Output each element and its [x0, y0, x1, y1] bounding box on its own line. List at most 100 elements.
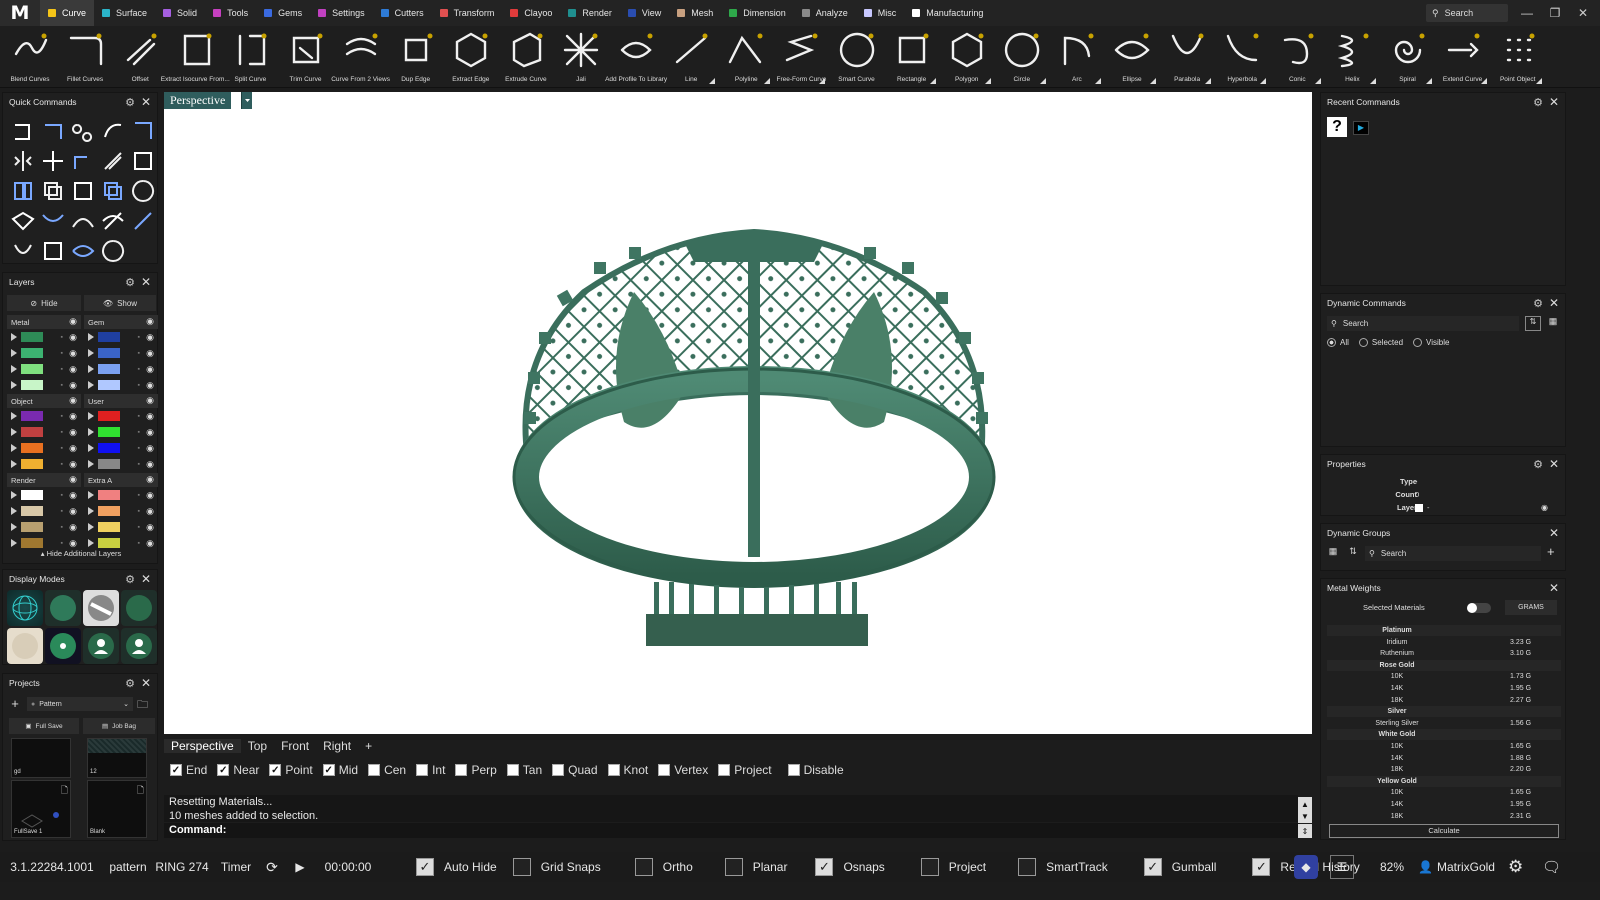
add-group-icon[interactable]: +	[1547, 544, 1555, 559]
map-icon[interactable]	[37, 235, 67, 265]
ghosted-mode[interactable]	[83, 590, 119, 626]
3d-viewport[interactable]	[164, 92, 1312, 734]
save-icon[interactable]: 🗋	[61, 783, 68, 799]
menu-tab-solid[interactable]: Solid	[155, 0, 205, 26]
flyout-corner-icon[interactable]	[1480, 78, 1487, 84]
radio-visible[interactable]: Visible	[1413, 338, 1449, 347]
menu-tab-transform[interactable]: Transform	[432, 0, 503, 26]
layer-row[interactable]: ▪ ◉	[7, 424, 81, 440]
move-icon[interactable]	[37, 145, 67, 175]
eye-icon[interactable]: ◉	[146, 443, 154, 454]
layer-color-swatch[interactable]	[98, 380, 120, 390]
gear-icon[interactable]: ⚙	[125, 573, 135, 586]
expand-icon[interactable]	[11, 365, 17, 373]
technical-mode[interactable]	[45, 628, 81, 664]
eye-icon[interactable]: ◉	[146, 411, 154, 422]
lock-icon[interactable]: ▪	[61, 492, 63, 499]
layer-color-swatch[interactable]	[21, 332, 43, 342]
eye-icon[interactable]: ◉	[146, 395, 154, 406]
bend-icon[interactable]	[67, 205, 97, 235]
checkbox[interactable]: ✓	[1143, 858, 1162, 876]
duplicate-icon[interactable]	[97, 175, 127, 205]
toggle-project[interactable]: Project	[920, 858, 986, 876]
layer-color-swatch[interactable]	[21, 411, 43, 421]
eye-icon[interactable]: ◉	[1541, 503, 1548, 512]
ring-icon[interactable]	[127, 175, 157, 205]
undo-icon[interactable]	[7, 115, 37, 145]
eye-icon[interactable]: ◉	[146, 316, 154, 327]
eye-icon[interactable]: ◉	[69, 506, 77, 517]
flyout-corner-icon[interactable]	[1039, 78, 1046, 84]
expand-icon[interactable]	[88, 333, 94, 341]
save-icon[interactable]: 🗋	[137, 783, 144, 799]
eye-icon[interactable]: ◉	[69, 443, 77, 454]
menu-tab-settings[interactable]: Settings	[310, 0, 373, 26]
flyout-corner-icon[interactable]	[1205, 78, 1212, 84]
layer-row[interactable]: ▪ ◉	[7, 377, 81, 393]
layer-group-header[interactable]: Gem ◉	[84, 315, 158, 329]
layer-color-swatch[interactable]	[21, 364, 43, 374]
checkbox[interactable]	[724, 858, 743, 876]
expand-icon[interactable]	[11, 460, 17, 468]
eye-icon[interactable]: ◉	[146, 348, 154, 359]
eye-icon[interactable]: ◉	[69, 364, 77, 375]
checkbox[interactable]	[634, 858, 653, 876]
layer-color-swatch[interactable]	[98, 443, 120, 453]
hide-layers-button[interactable]: ⊘ Hide	[7, 295, 81, 311]
lock-icon[interactable]: ▪	[138, 413, 140, 420]
sphere-icon[interactable]	[97, 235, 127, 265]
expand-icon[interactable]	[88, 444, 94, 452]
checkbox[interactable]	[607, 764, 620, 776]
layer-row[interactable]: ▪ ◉	[84, 361, 158, 377]
hyperbola-button[interactable]: Hyperbola	[1214, 26, 1270, 88]
toggle-smarttrack[interactable]: SmartTrack	[1018, 858, 1108, 876]
extract-edge-button[interactable]: Extract Edge	[443, 26, 499, 88]
layer-row[interactable]: ▪ ◉	[84, 408, 158, 424]
layer-row[interactable]: ▪ ◉	[7, 408, 81, 424]
layer-row[interactable]: ▪ ◉	[84, 377, 158, 393]
menu-tab-tools[interactable]: Tools	[205, 0, 256, 26]
layer-color-swatch[interactable]	[21, 443, 43, 453]
close-icon[interactable]: ✕	[1549, 296, 1559, 310]
lock-icon[interactable]: ▪	[61, 366, 63, 373]
layer-color-swatch[interactable]	[98, 522, 120, 532]
hide-icon[interactable]	[97, 205, 127, 235]
snap-end[interactable]: ✓ End	[170, 763, 207, 777]
close-icon[interactable]: ✕	[1549, 526, 1559, 540]
lock-icon[interactable]: ▪	[61, 508, 63, 515]
add-profile-button[interactable]: Add Profile To Library	[605, 26, 667, 88]
job-bag-button[interactable]: ▤ Job Bag	[83, 718, 155, 734]
expand-icon[interactable]	[11, 523, 17, 531]
dynamic-search-input[interactable]: ⚲ Search	[1327, 316, 1519, 331]
extend-curve-button[interactable]: Extend Curve	[1435, 26, 1491, 88]
eye-icon[interactable]: ◉	[69, 522, 77, 533]
project-thumb[interactable]: 12	[87, 738, 147, 778]
eye-icon[interactable]: ◉	[146, 490, 154, 501]
radio-all[interactable]: All	[1327, 338, 1349, 347]
settings-gear-icon[interactable]: ⚙	[1508, 857, 1523, 877]
flyout-corner-icon[interactable]	[1425, 78, 1432, 84]
checkbox[interactable]	[512, 858, 531, 876]
radio-circle[interactable]	[1358, 338, 1368, 347]
lock-icon[interactable]: ▪	[138, 382, 140, 389]
layer-row[interactable]: ▪ ◉	[84, 487, 158, 503]
checkbox[interactable]	[787, 764, 800, 776]
gear-icon[interactable]: ⚙	[125, 276, 135, 289]
terminal-command-icon[interactable]: ▶	[1353, 121, 1369, 135]
extend-icon[interactable]	[127, 145, 157, 175]
snap-mid[interactable]: ✓ Mid	[322, 763, 358, 777]
flyout-corner-icon[interactable]	[709, 78, 716, 84]
show-layers-button[interactable]: 👁 Show	[84, 295, 156, 311]
menu-tab-curve[interactable]: Curve	[40, 0, 95, 26]
layer-row[interactable]: ▪ ◉	[84, 329, 158, 345]
eye-icon[interactable]: ◉	[146, 332, 154, 343]
flyout-corner-icon[interactable]	[929, 78, 936, 84]
ellipse-icon[interactable]	[67, 235, 97, 265]
radio-selected[interactable]: Selected	[1358, 338, 1403, 347]
eye-icon[interactable]: ◉	[146, 506, 154, 517]
conic-button[interactable]: Conic	[1269, 26, 1325, 88]
project-thumb[interactable]: gd	[11, 738, 71, 778]
project-dropdown[interactable]: ● Pattern ⌄	[27, 697, 133, 711]
eye-icon[interactable]: ◉	[69, 332, 77, 343]
layer-color-swatch[interactable]	[21, 490, 43, 500]
